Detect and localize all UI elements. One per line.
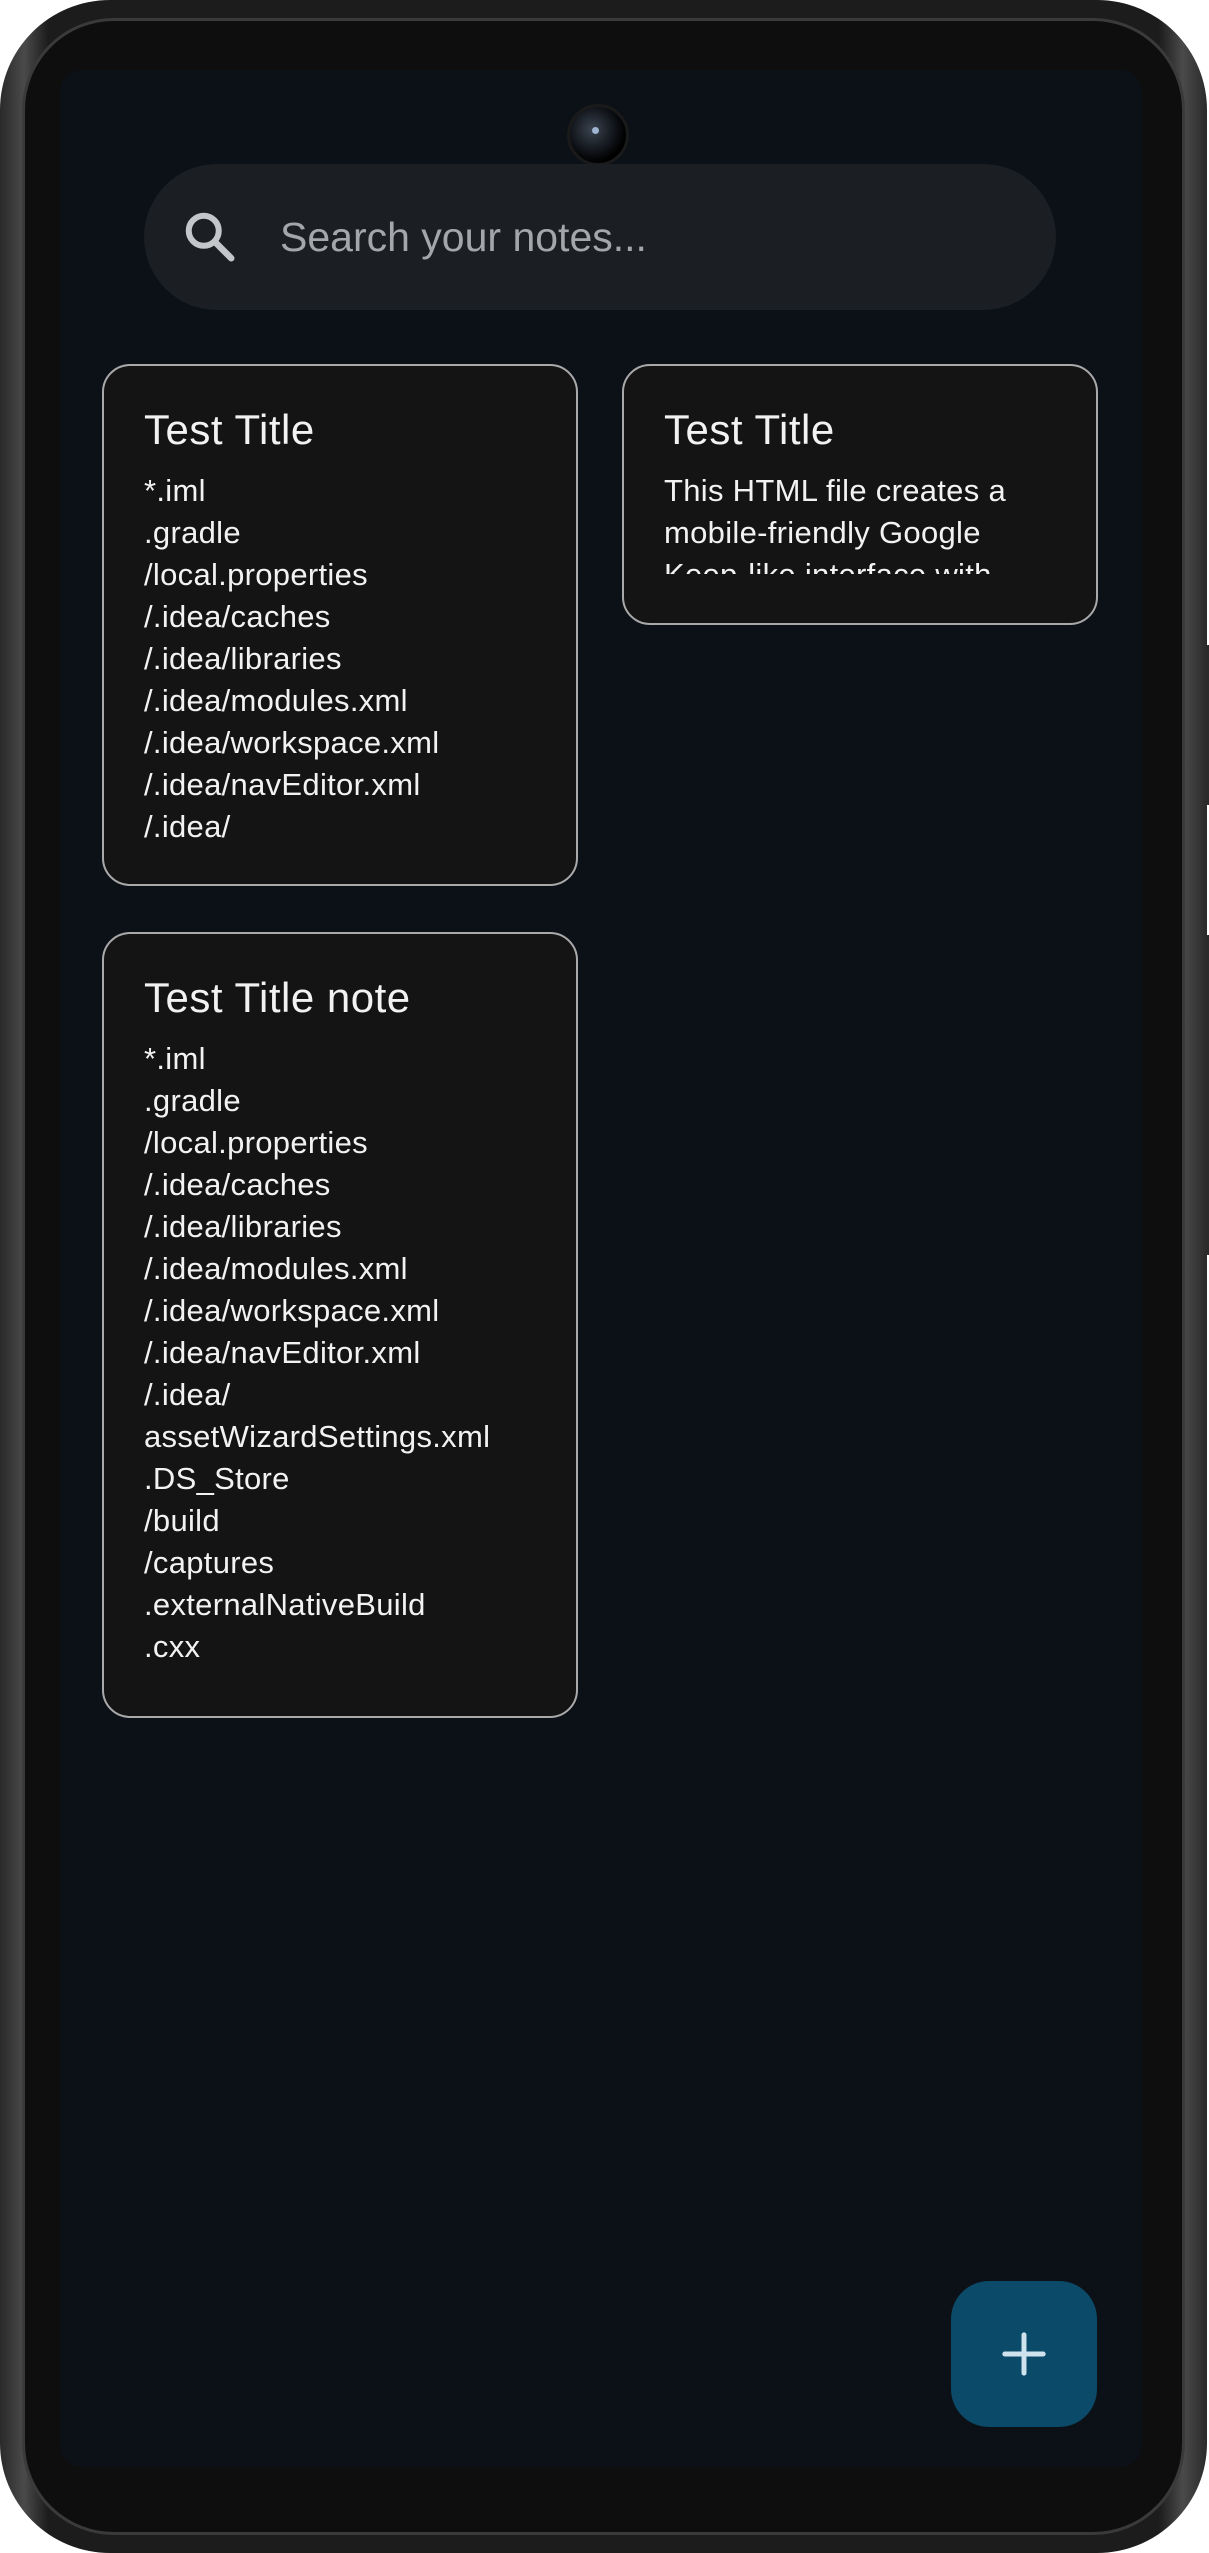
note-title: Test Title xyxy=(664,406,835,453)
front-camera xyxy=(567,104,629,166)
app-screen: Test Title *.iml .gradle /local.properti… xyxy=(60,70,1142,2467)
phone-frame: Test Title *.iml .gradle /local.properti… xyxy=(0,0,1209,2553)
add-note-button[interactable] xyxy=(951,2281,1097,2427)
note-body: *.iml .gradle /local.properties /.idea/c… xyxy=(144,473,440,844)
note-card[interactable]: Test Title This HTML file creates a mobi… xyxy=(622,364,1098,625)
note-card[interactable]: Test Title *.iml .gradle /local.properti… xyxy=(102,364,578,886)
search-bar[interactable] xyxy=(144,164,1056,310)
note-card[interactable]: Test Title note *.iml .gradle /local.pro… xyxy=(102,932,578,1718)
search-icon xyxy=(185,212,235,262)
note-title: Test Title note xyxy=(144,974,411,1021)
plus-icon xyxy=(1002,2332,1046,2376)
note-title: Test Title xyxy=(144,406,315,453)
note-body: *.iml .gradle /local.properties /.idea/c… xyxy=(144,1041,491,1664)
power-button xyxy=(1205,935,1209,1255)
search-input[interactable] xyxy=(280,213,980,261)
note-body: This HTML file creates a mobile-friendly… xyxy=(664,473,1006,574)
volume-button xyxy=(1205,645,1209,805)
